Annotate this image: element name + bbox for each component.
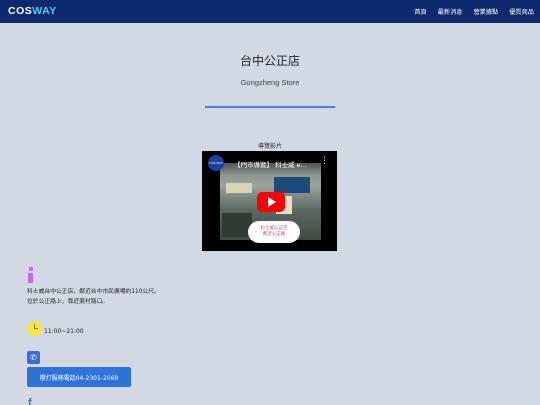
video-title-bar: COS WAY 【門市導覽】 科士威 e... ⋮ — [202, 151, 337, 175]
title-divider — [205, 106, 335, 108]
thumbnail-caption-cloud: 科士威公正店 鄰近公正路 — [248, 221, 300, 243]
main-nav: 首頁 最新消息 營業據點 優質商品 — [414, 0, 534, 23]
thumbnail-sign — [226, 183, 252, 193]
page-title: 台中公正店 — [239, 54, 300, 68]
phone-icon: ✆ — [27, 351, 40, 364]
video-player[interactable]: 科士威公正店 鄰近公正路 COS WAY 【門市導覽】 科士威 e... ⋮ — [202, 151, 337, 251]
thumbnail-sign — [274, 177, 310, 193]
business-hours: 11:00~21:00 — [44, 328, 84, 335]
caption-line: 鄰近公正路 — [262, 232, 286, 237]
page-subtitle: Gongzheng Store — [240, 78, 300, 87]
video-title[interactable]: 【門市導覽】 科士威 e... — [234, 159, 307, 169]
nav-products[interactable]: 優質商品 — [509, 7, 534, 16]
nav-locations[interactable]: 營業據點 — [474, 7, 499, 16]
nav-news[interactable]: 最新消息 — [438, 7, 463, 16]
play-button-icon[interactable] — [257, 192, 285, 212]
clock-icon — [27, 321, 42, 336]
more-options-icon[interactable]: ⋮ — [320, 157, 329, 166]
nav-home[interactable]: 首頁 — [414, 7, 426, 16]
cosway-logo[interactable]: COSWAY — [8, 5, 57, 17]
video-label: 導覽影片 — [257, 143, 282, 150]
call-store-button[interactable]: 撥打服務電話04-2301-2069 — [27, 367, 131, 387]
channel-avatar[interactable]: COS WAY — [208, 155, 224, 171]
store-description: 科士威台中公正店，鄰近台中市民廣場約110公尺。 位於公正路上，靠近美村路口。 — [27, 287, 160, 307]
description-line: 科士威台中公正店，鄰近台中市民廣場約110公尺。 — [27, 289, 160, 295]
info-icon — [27, 267, 34, 285]
facebook-icon[interactable]: f — [28, 398, 32, 405]
description-line: 位於公正路上，靠近美村路口。 — [27, 299, 109, 305]
navbar: COSWAY 首頁 最新消息 營業據點 優質商品 — [0, 0, 540, 23]
